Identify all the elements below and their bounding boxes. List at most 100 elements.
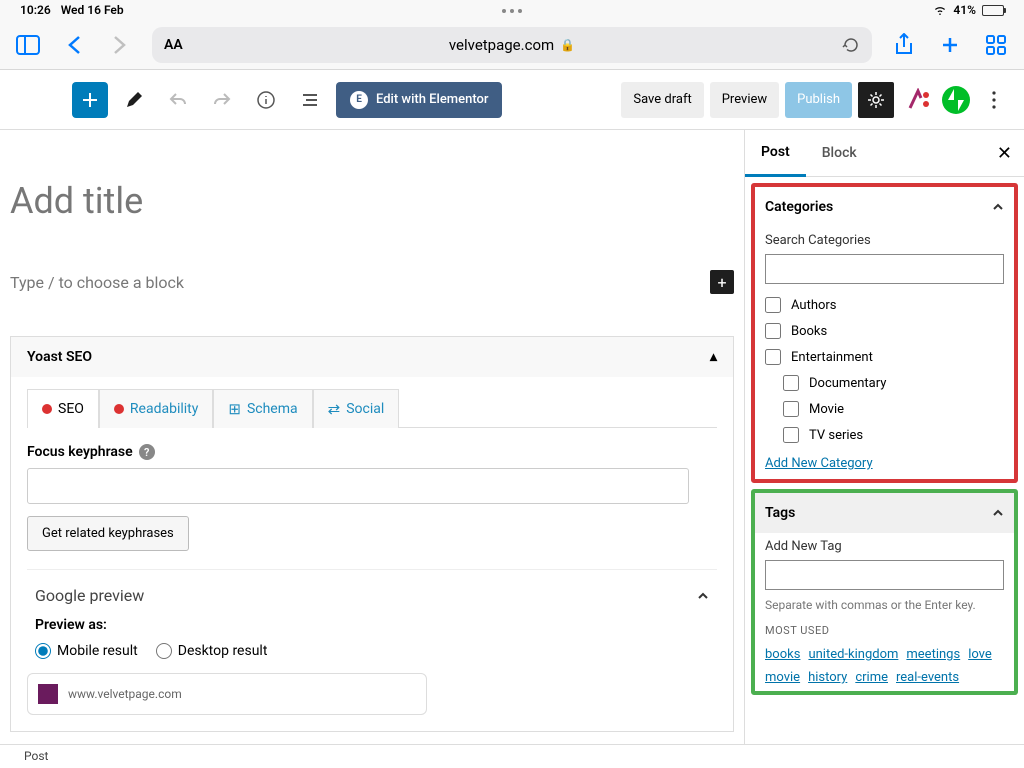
info-icon[interactable] [248,82,284,118]
outline-icon[interactable] [292,82,328,118]
yoast-tab-label: Schema [247,401,298,417]
category-checkbox[interactable] [765,323,781,339]
search-categories-label: Search Categories [765,233,1004,248]
chevron-up-icon[interactable] [697,590,709,602]
undo-icon [160,82,196,118]
yoast-tab-readability[interactable]: Readability [99,389,213,428]
category-label: Books [791,324,827,339]
more-options-icon[interactable] [976,82,1012,118]
schema-grid-icon: ⊞ [228,400,241,418]
multitask-handle-icon[interactable] [502,9,522,13]
get-related-keyphrases-button[interactable]: Get related keyphrases [27,516,189,551]
categories-list: Authors Books Entertainment Documentary Movi… [755,292,1014,448]
section-title: Google preview [35,586,144,605]
workspace: Add title Type / to choose a block + Yoa… [0,130,1024,744]
sidebar-toggle-icon[interactable] [14,31,42,59]
most-used-label: MOST USED [755,620,1014,641]
wifi-icon [933,5,947,15]
favicon-icon [38,684,58,704]
url-field[interactable]: AA velvetpage.com 🔒 [152,27,872,63]
edit-pencil-icon[interactable] [116,82,152,118]
redo-icon [204,82,240,118]
tabs-grid-icon[interactable] [982,31,1010,59]
reload-icon[interactable] [842,36,860,54]
category-checkbox[interactable] [783,375,799,391]
publish-button[interactable]: Publish [785,82,852,118]
category-checkbox[interactable] [783,401,799,417]
tag-link[interactable]: real-events [896,670,959,685]
category-label: Authors [791,298,837,313]
new-tab-icon[interactable] [936,31,964,59]
yoast-tab-label: Readability [130,401,198,417]
post-title-input[interactable]: Add title [10,180,734,222]
back-icon[interactable] [60,31,88,59]
forward-icon [106,31,134,59]
tags-hint: Separate with commas or the Enter key. [755,598,1014,620]
yoast-tab-label: SEO [58,401,84,417]
category-item[interactable]: Authors [765,292,1004,318]
tag-link[interactable]: meetings [906,647,960,662]
add-new-category-link[interactable]: Add New Category [755,448,883,479]
close-sidebar-icon[interactable]: ✕ [997,143,1012,164]
category-checkbox[interactable] [765,349,781,365]
add-new-tag-input[interactable] [765,560,1004,590]
inline-add-block-button[interactable]: + [710,270,734,294]
google-preview-header[interactable]: Google preview [27,569,717,605]
jetpack-icon[interactable] [942,86,970,114]
categories-panel-header[interactable]: Categories [755,187,1014,227]
elementor-button-label: Edit with Elementor [376,92,488,107]
help-icon[interactable]: ? [139,444,155,460]
category-checkbox[interactable] [783,427,799,443]
tag-link[interactable]: books [765,647,800,662]
edit-with-elementor-button[interactable]: E Edit with Elementor [336,82,502,118]
editor-canvas[interactable]: Add title Type / to choose a block + Yoa… [0,130,744,744]
status-time: 10:26 [20,3,51,17]
category-label: Entertainment [791,350,873,365]
mobile-result-radio[interactable]: Mobile result [35,643,138,659]
most-used-tags: books united-kingdom meetings love movie hist… [755,641,1014,691]
search-categories-input[interactable] [765,254,1004,284]
yoast-panel-header[interactable]: Yoast SEO ▴ [11,337,733,377]
tag-link[interactable]: crime [855,670,888,685]
add-new-tag-label: Add New Tag [765,539,1004,554]
block-placeholder[interactable]: Type / to choose a block [10,273,184,292]
category-item[interactable]: Books [765,318,1004,344]
categories-panel: Categories Search Categories Authors Book… [751,183,1018,483]
tag-link[interactable]: history [808,670,847,685]
yoast-tab-schema[interactable]: ⊞ Schema [213,389,312,428]
sidebar-tab-post[interactable]: Post [745,130,806,177]
category-checkbox[interactable] [765,297,781,313]
yoast-seo-panel: Yoast SEO ▴ SEO Readability ⊞ Schema ⇄Soc… [10,336,734,732]
label-text: Focus keyphrase [27,444,133,460]
tag-link[interactable]: united-kingdom [808,647,898,662]
focus-keyphrase-input[interactable] [27,468,689,504]
yoast-traffic-icon[interactable] [900,82,936,118]
sidebar-tab-block[interactable]: Block [806,131,873,175]
desktop-result-radio[interactable]: Desktop result [156,643,268,659]
category-item[interactable]: Movie [765,396,1004,422]
tag-link[interactable]: love [968,647,992,662]
category-label: Movie [809,402,844,417]
category-item[interactable]: TV series [765,422,1004,448]
focus-keyphrase-label: Focus keyphrase ? [27,444,717,460]
chevron-up-icon[interactable] [992,507,1004,519]
reader-icon[interactable]: AA [164,37,183,53]
category-item[interactable]: Documentary [765,370,1004,396]
chevron-up-icon[interactable] [992,201,1004,213]
category-label: TV series [809,428,863,443]
add-block-toolbar-button[interactable] [72,82,108,118]
collapse-caret-icon[interactable]: ▴ [710,349,717,365]
yoast-tabs: SEO Readability ⊞ Schema ⇄Social [27,389,717,428]
share-icon[interactable] [890,31,918,59]
tags-panel-header[interactable]: Tags [755,493,1014,533]
preview-button[interactable]: Preview [710,82,779,118]
yoast-tab-seo[interactable]: SEO [27,389,99,428]
save-draft-button[interactable]: Save draft [621,82,703,118]
elementor-e-icon: E [350,91,368,109]
category-label: Documentary [809,376,886,391]
yoast-tab-social[interactable]: ⇄Social [313,389,400,428]
category-item[interactable]: Entertainment [765,344,1004,370]
settings-gear-icon[interactable] [858,82,894,118]
tag-link[interactable]: movie [765,670,800,685]
radio-label: Desktop result [178,643,268,659]
